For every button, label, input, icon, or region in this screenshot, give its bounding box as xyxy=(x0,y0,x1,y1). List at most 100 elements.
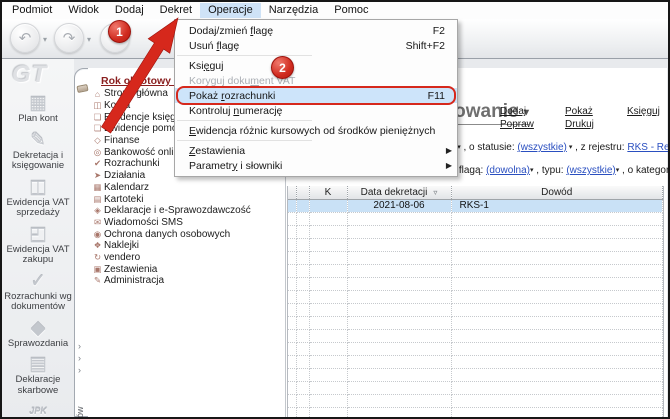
menubar-item[interactable]: Dekret xyxy=(152,3,200,18)
table-row-empty[interactable] xyxy=(288,381,663,395)
chevron-right-icon[interactable]: › xyxy=(78,352,81,364)
tree-item[interactable]: ◉ Ochrona danych osobowych xyxy=(91,228,285,240)
menu-item[interactable]: Parametry i słowniki ▶ xyxy=(175,158,457,173)
table-row-empty[interactable] xyxy=(288,355,663,369)
menu-item[interactable]: Ewidencja różnic kursowych od środków pi… xyxy=(175,123,457,138)
action-link[interactable]: Popraw xyxy=(500,119,565,132)
filter-segment[interactable]: (wszystkie) xyxy=(517,142,566,153)
tree-item[interactable]: ▦ Kalendarz xyxy=(91,182,285,194)
sidebar-item[interactable]: ◆ Sprawozdania xyxy=(2,318,74,350)
cell-empty xyxy=(347,212,452,226)
cell-empty xyxy=(347,394,452,408)
table-row-empty[interactable] xyxy=(288,264,663,278)
action-link[interactable]: Dodaj xyxy=(500,106,565,119)
cell-empty xyxy=(451,342,663,356)
menu-item-label: Kontroluj numerację xyxy=(189,104,283,117)
cell-empty xyxy=(347,368,452,382)
filter-segment[interactable]: , typu: xyxy=(534,165,567,176)
action-link[interactable]: Księguj xyxy=(627,106,660,119)
table-row-empty[interactable] xyxy=(288,316,663,330)
tree-item-icon: ➤ xyxy=(93,170,102,181)
table-row-empty[interactable] xyxy=(288,238,663,252)
table-row-empty[interactable] xyxy=(288,368,663,382)
table-row-empty[interactable] xyxy=(288,225,663,239)
table-row-empty[interactable] xyxy=(288,212,663,226)
menu-item[interactable]: Kontroluj numerację ▶ xyxy=(175,103,457,118)
action-link[interactable]: Pokaż xyxy=(565,106,627,119)
menubar-item[interactable]: Widok xyxy=(60,3,107,18)
tree-item-label: Bankowość online xyxy=(104,146,185,158)
tree-item[interactable]: ❖ Naklejki xyxy=(91,240,285,252)
sidebar-item[interactable]: ◫ Ewidencja VAT sprzedaży xyxy=(2,177,74,219)
chevron-down-icon[interactable]: ▾ xyxy=(87,35,91,44)
cell-dowod: RKS-1 xyxy=(451,199,663,213)
table-header-row: K Data dekretacji ▿ Dowód xyxy=(288,186,663,200)
sidebar-item[interactable]: ▤ Deklaracje skarbowe xyxy=(2,354,74,396)
sidebar-item[interactable]: ▦ Plan kont xyxy=(2,93,74,125)
menu-item[interactable]: Dodaj/zmień flagę F2 ▶ xyxy=(175,23,457,38)
col-flag[interactable] xyxy=(296,186,310,200)
table-row-empty[interactable] xyxy=(288,303,663,317)
table-row-empty[interactable] xyxy=(288,394,663,408)
menu-item-label: Ewidencja różnic kursowych od środków pi… xyxy=(189,124,436,137)
nav-arrow-button[interactable]: ↷ xyxy=(54,23,84,53)
tree-item-icon: ✔ xyxy=(93,158,102,169)
menu-item[interactable]: Usuń flagę Shift+F2 ▶ xyxy=(175,38,457,53)
menubar-item[interactable]: Podmiot xyxy=(4,3,60,18)
table-row-empty[interactable] xyxy=(288,290,663,304)
sidebar-item[interactable]: JPK e-Sprawozdaw. xyxy=(2,401,74,417)
chevron-right-icon[interactable]: › xyxy=(78,364,81,376)
table-row-empty[interactable] xyxy=(288,407,663,417)
tree-item[interactable]: ✎ Administracja xyxy=(91,275,285,287)
menubar-item[interactable]: Operacje xyxy=(200,3,261,18)
menu-item[interactable]: Pokaż rozrachunki F11 ▶ xyxy=(175,86,457,105)
module-icon: ◆ xyxy=(30,317,46,339)
chevron-down-icon[interactable]: ▾ xyxy=(43,35,47,44)
filter-segment[interactable]: (wszystkie) xyxy=(566,165,615,176)
table-row-empty[interactable] xyxy=(288,329,663,343)
menubar-item[interactable]: Pomoc xyxy=(326,3,376,18)
strip-vertical-label[interactable]: łów xyxy=(75,380,87,417)
menubar-item[interactable]: Narzędzia xyxy=(261,3,327,18)
strip-chevrons: › › › xyxy=(78,340,81,376)
col-indicator[interactable] xyxy=(288,186,297,200)
cell-empty xyxy=(347,225,452,239)
cell-empty xyxy=(347,238,452,252)
col-data-dekretacji[interactable]: Data dekretacji ▿ xyxy=(347,186,452,200)
menu-item[interactable]: Zestawienia ▶ xyxy=(175,143,457,158)
sidebar-item[interactable]: ◰ Ewidencja VAT zakupu xyxy=(2,224,74,266)
submenu-arrow-icon: ▶ xyxy=(445,161,452,170)
tree-item[interactable]: ▤ Kartoteki xyxy=(91,193,285,205)
filter-segment[interactable]: , o kategorii: xyxy=(619,165,668,176)
filter-segment[interactable]: , o statusie: xyxy=(461,142,518,153)
tree-item-icon: ◎ xyxy=(93,146,102,157)
col-k[interactable]: K xyxy=(309,186,348,200)
menu-item[interactable]: Koryguj dokument VAT ▶ xyxy=(175,73,457,88)
table-row[interactable]: 2021-08-06 RKS-1 xyxy=(288,199,663,213)
tree-item-icon: ↻ xyxy=(93,251,102,262)
tree-item[interactable]: ✉ Wiadomości SMS xyxy=(91,217,285,229)
col-dowod[interactable]: Dowód xyxy=(451,186,663,200)
tree-item[interactable]: ▣ Zestawienia xyxy=(91,263,285,275)
menu-item[interactable]: Księguj ▶ xyxy=(175,58,457,73)
sidebar-item[interactable]: ✎ Dekretacja i księgowanie xyxy=(2,130,74,172)
action-link[interactable]: Drukuj xyxy=(565,119,627,132)
filter-segment[interactable]: (dowolna) xyxy=(486,165,530,176)
table-row-empty[interactable] xyxy=(288,342,663,356)
cell-empty xyxy=(309,407,348,417)
table-row-empty[interactable] xyxy=(288,277,663,291)
table-row-empty[interactable] xyxy=(288,251,663,265)
nav-arrow-button[interactable]: ↶ xyxy=(10,23,40,53)
menubar-item[interactable]: Dodaj xyxy=(107,3,152,18)
filter-segment[interactable]: , z rejestru: xyxy=(572,142,627,153)
tree-item[interactable]: ◈ Deklaracje i e-Sprawozdawczość xyxy=(91,205,285,217)
tree-item[interactable]: ↻ vendero xyxy=(91,252,285,264)
sidebar-item[interactable]: ✓ Rozrachunki wg dokumentów xyxy=(2,271,74,313)
chevron-right-icon[interactable]: › xyxy=(78,340,81,352)
menu-item-shortcut: F2 xyxy=(432,24,445,37)
cell-empty xyxy=(288,407,297,417)
cell-empty xyxy=(347,407,452,417)
filter-segment[interactable]: RKS - Rejest xyxy=(627,142,668,153)
fiscal-year-link[interactable]: Rok obrotowy - xyxy=(101,75,177,87)
cell-empty xyxy=(347,342,452,356)
